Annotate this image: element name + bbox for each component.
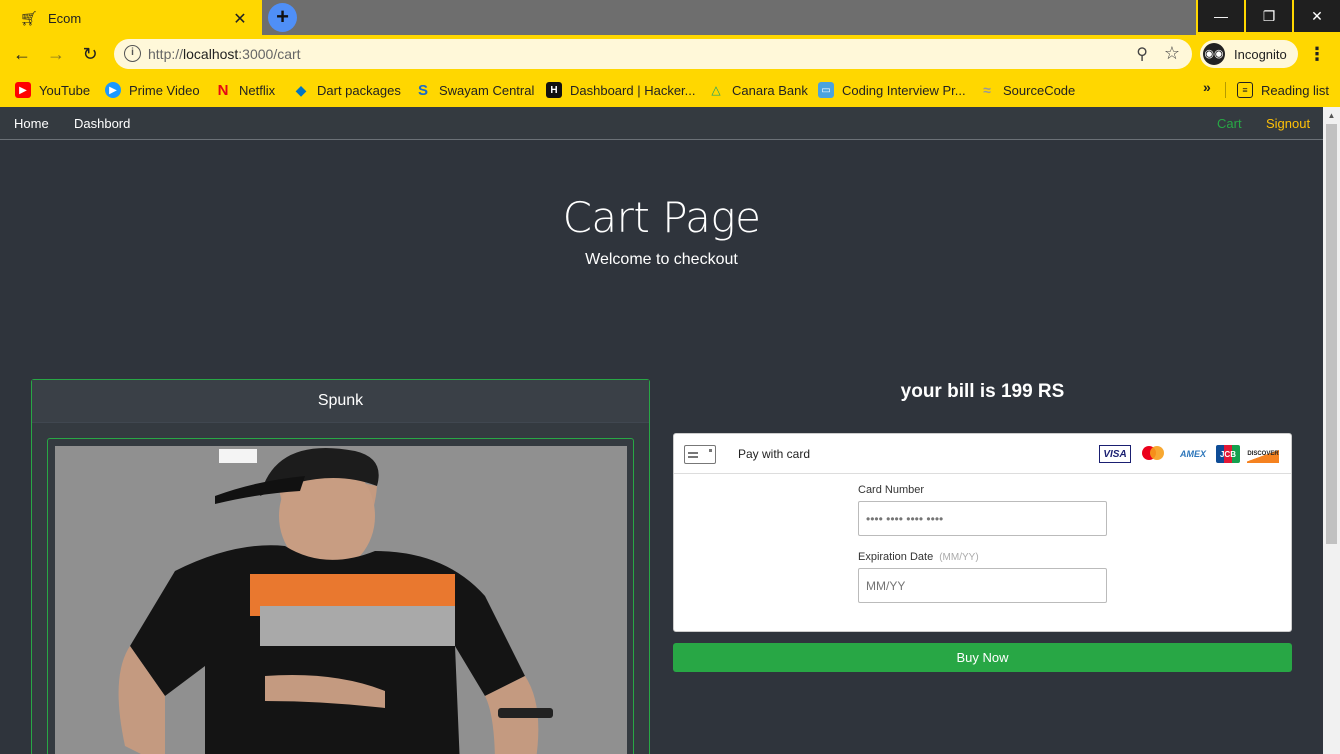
bookmark-prime-video[interactable]: ▶ Prime Video: [105, 80, 200, 100]
dart-icon: ◆: [295, 81, 307, 98]
site-navbar: Home Dashbord Cart Signout: [0, 107, 1323, 140]
product-image-frame: [47, 438, 634, 754]
browser-menu-icon[interactable]: ⋮: [1308, 44, 1326, 65]
window-controls: — ❐ ✕: [1196, 0, 1340, 32]
hackerrank-icon: H: [546, 82, 562, 98]
bookmark-label: SourceCode: [1003, 82, 1076, 98]
bookmarks-bar: ▶ YouTube ▶ Prime Video N Netflix ◆ Dart pac…: [0, 73, 1340, 107]
card-number-input[interactable]: [858, 501, 1107, 536]
scroll-up-icon[interactable]: ▲: [1323, 107, 1340, 124]
bookmark-star-icon[interactable]: ☆: [1164, 43, 1180, 64]
scroll-thumb[interactable]: [1326, 124, 1337, 544]
back-arrow-icon[interactable]: ←: [10, 43, 34, 65]
netflix-icon: N: [217, 81, 229, 99]
browser-tab-bar: 🛒︎ Ecom ✕ + — ❐ ✕: [0, 0, 1340, 35]
bookmark-label: Swayam Central: [439, 82, 535, 98]
incognito-icon: ◉◉: [1203, 43, 1225, 65]
bookmark-youtube[interactable]: ▶ YouTube: [15, 80, 90, 100]
expiry-hint: (MM/YY): [939, 552, 979, 563]
tab-close-icon[interactable]: ✕: [230, 9, 250, 29]
payment-form: Pay with card VISA AMEX JCB DISCOVER Car…: [673, 433, 1292, 632]
product-card: Spunk: [31, 379, 650, 754]
more-bookmarks-icon[interactable]: »: [1203, 79, 1211, 95]
amex-icon: AMEX: [1179, 449, 1206, 459]
forward-arrow-icon[interactable]: →: [44, 43, 68, 65]
new-tab-button[interactable]: +: [268, 3, 297, 32]
bookmark-sourcecode[interactable]: ≈ SourceCode: [979, 80, 1075, 100]
incognito-badge[interactable]: ◉◉ Incognito: [1200, 40, 1298, 68]
tshirt-model-illustration: [55, 446, 627, 754]
bookmark-label: Dart packages: [317, 82, 401, 98]
coding-interview-icon: ▭: [818, 82, 834, 98]
bookmark-label: YouTube: [39, 82, 91, 98]
reload-icon[interactable]: ↻: [78, 43, 102, 65]
cart-favicon-icon: 🛒︎: [20, 10, 38, 26]
reading-list-button[interactable]: ≡ Reading list: [1237, 80, 1329, 100]
credit-card-icon: [684, 445, 716, 464]
reading-list-icon: ≡: [1237, 82, 1253, 98]
bookmark-dart-packages[interactable]: ◆ Dart packages: [293, 80, 401, 100]
restore-button[interactable]: ❐: [1246, 0, 1292, 32]
youtube-icon: ▶: [15, 82, 31, 98]
prime-video-icon: ▶: [105, 82, 121, 98]
page-subtitle: Welcome to checkout: [585, 251, 738, 268]
incognito-label: Incognito: [1234, 46, 1287, 62]
browser-tab[interactable]: 🛒︎ Ecom ✕: [8, 2, 260, 35]
card-number-label: Card Number: [858, 484, 925, 496]
bookmark-canara-bank[interactable]: △ Canara Bank: [708, 80, 808, 100]
mastercard-icon: [1138, 445, 1170, 463]
expiry-input[interactable]: [858, 568, 1107, 603]
sourcecode-icon: ≈: [983, 82, 991, 98]
page-scrollbar[interactable]: ▲: [1323, 107, 1340, 754]
bookmark-label: Prime Video: [129, 82, 200, 98]
zoom-icon[interactable]: ⚲: [1136, 44, 1148, 64]
bookmark-netflix[interactable]: N Netflix: [215, 80, 276, 100]
nav-cart-link[interactable]: Cart: [1217, 116, 1242, 131]
site-info-icon[interactable]: i: [124, 45, 141, 62]
buy-now-button[interactable]: Buy Now: [673, 643, 1292, 672]
card-brands: VISA AMEX JCB DISCOVER: [1099, 445, 1279, 463]
expiry-label-text: Expiration Date: [858, 551, 934, 563]
bookmark-coding-interview[interactable]: ▭ Coding Interview Pr...: [818, 80, 966, 100]
close-window-button[interactable]: ✕: [1294, 0, 1340, 32]
expiry-label: Expiration Date (MM/YY): [858, 551, 979, 563]
payment-title: Pay with card: [738, 447, 811, 461]
discover-icon: DISCOVER: [1247, 445, 1279, 463]
bookmark-label: Coding Interview Pr...: [842, 82, 966, 98]
bookmark-swayam-central[interactable]: S Swayam Central: [415, 80, 534, 100]
canara-icon: △: [711, 83, 721, 97]
nav-signout-link[interactable]: Signout: [1266, 116, 1310, 131]
address-bar[interactable]: i http://localhost:3000/cart ⚲ ☆: [114, 39, 1192, 69]
minimize-button[interactable]: —: [1198, 0, 1244, 32]
page-title: Cart Page: [562, 193, 761, 242]
tab-title: Ecom: [48, 11, 82, 26]
reading-list-label: Reading list: [1261, 82, 1329, 98]
bill-total: your bill is 199 RS: [900, 381, 1065, 402]
nav-home-link[interactable]: Home: [14, 116, 49, 131]
payment-header: Pay with card VISA AMEX JCB DISCOVER: [674, 434, 1291, 474]
jcb-icon: JCB: [1216, 445, 1240, 463]
product-name: Spunk: [32, 380, 649, 423]
product-image: [55, 446, 627, 754]
bookmark-label: Canara Bank: [732, 82, 808, 98]
bookmark-label: Dashboard | Hacker...: [570, 82, 696, 98]
bookmark-hackerrank[interactable]: H Dashboard | Hacker...: [546, 80, 696, 100]
url-text[interactable]: http://localhost:3000/cart: [148, 46, 301, 62]
nav-dashboard-link[interactable]: Dashbord: [74, 116, 130, 131]
browser-toolbar: ← → ↻ i http://localhost:3000/cart ⚲ ☆ ◉…: [0, 35, 1340, 73]
swayam-icon: S: [417, 81, 428, 99]
visa-icon: VISA: [1099, 445, 1131, 463]
tab-strip: [262, 0, 1196, 35]
bookmark-label: Netflix: [239, 82, 276, 98]
bookmarks-divider: [1225, 82, 1226, 98]
